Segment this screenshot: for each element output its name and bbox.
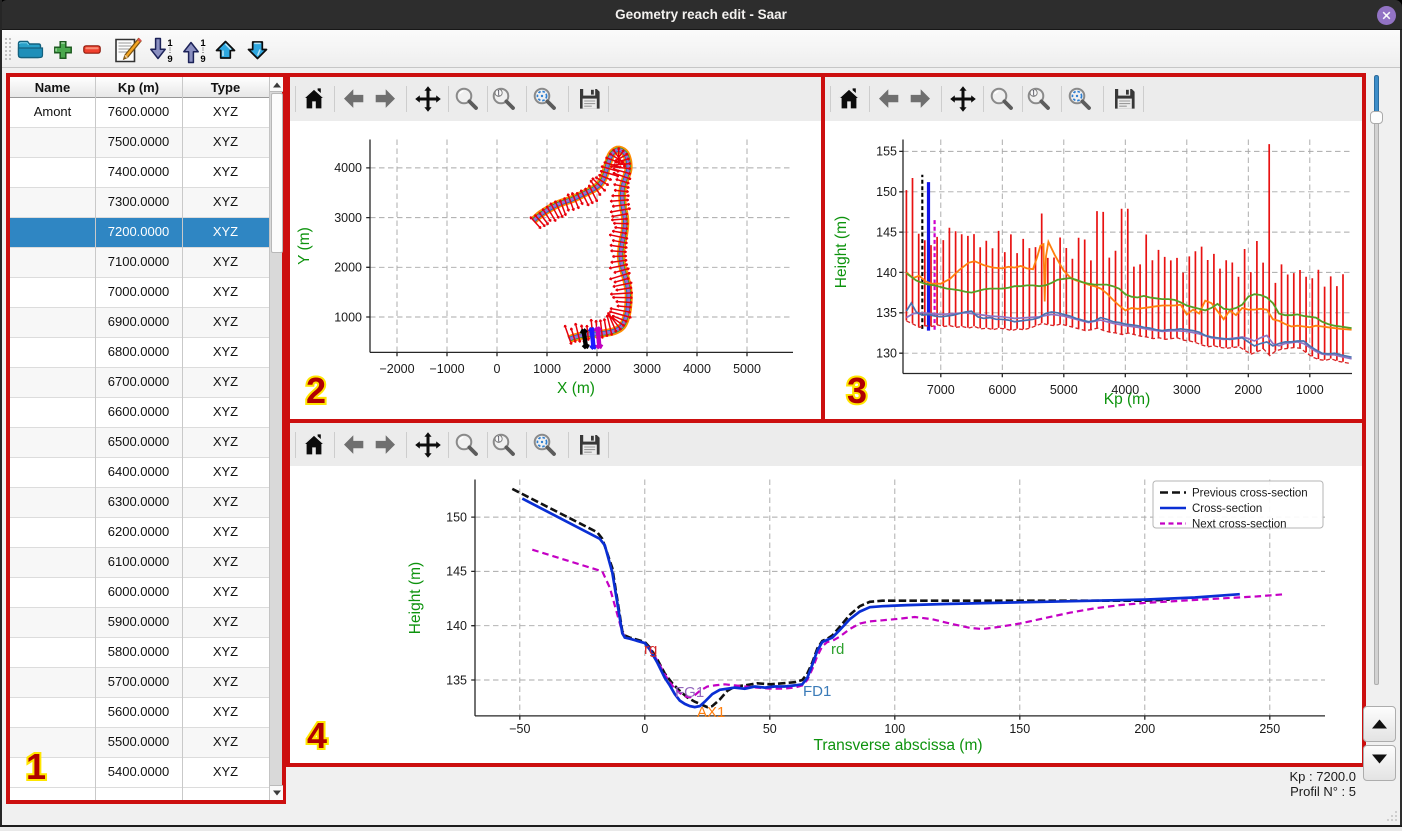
svg-text:150: 150 [876, 185, 897, 199]
svg-text:250: 250 [1259, 722, 1280, 736]
svg-text:Y (m): Y (m) [296, 227, 313, 265]
svg-text:5000: 5000 [1050, 383, 1078, 397]
svg-text:200: 200 [1134, 722, 1155, 736]
svg-text:Next cross-section: Next cross-section [1192, 519, 1287, 531]
svg-text:2000: 2000 [583, 362, 611, 376]
svg-text:3000: 3000 [334, 211, 362, 225]
svg-text:3000: 3000 [1173, 383, 1201, 397]
svg-text:1000: 1000 [533, 362, 561, 376]
svg-text:Height (m): Height (m) [833, 216, 850, 288]
svg-text:1000: 1000 [334, 310, 362, 324]
svg-text:150: 150 [1009, 722, 1030, 736]
svg-text:130: 130 [876, 347, 897, 361]
svg-text:9: 9 [200, 54, 205, 64]
svg-text:7000: 7000 [927, 383, 955, 397]
svg-text:4000: 4000 [683, 362, 711, 376]
svg-text:1: 1 [1032, 89, 1036, 98]
svg-text:rg: rg [644, 641, 657, 658]
svg-text:145: 145 [446, 565, 467, 579]
svg-text:140: 140 [876, 266, 897, 280]
svg-text:0: 0 [494, 362, 501, 376]
svg-text:Kp (m): Kp (m) [1104, 391, 1151, 408]
svg-text:2000: 2000 [334, 261, 362, 275]
svg-text:100: 100 [884, 722, 905, 736]
svg-text:135: 135 [446, 673, 467, 687]
svg-text:145: 145 [876, 225, 897, 239]
svg-text:rd: rd [831, 641, 844, 658]
svg-text:4: 4 [307, 715, 327, 756]
svg-text:−1000: −1000 [429, 362, 464, 376]
svg-text:150: 150 [446, 510, 467, 524]
svg-text:1: 1 [26, 746, 46, 787]
svg-text:FG1: FG1 [675, 684, 704, 701]
svg-text:6000: 6000 [988, 383, 1016, 397]
svg-text:FD1: FD1 [803, 683, 831, 700]
svg-text:3: 3 [847, 370, 867, 411]
svg-text:1000: 1000 [1296, 383, 1324, 397]
svg-text:9: 9 [167, 54, 172, 64]
svg-text:AX1: AX1 [697, 704, 725, 721]
svg-text:5000: 5000 [733, 362, 761, 376]
svg-text:−2000: −2000 [379, 362, 414, 376]
svg-text:X (m): X (m) [557, 380, 595, 397]
svg-text:1: 1 [497, 435, 501, 444]
svg-text:140: 140 [446, 619, 467, 633]
svg-text:4000: 4000 [334, 161, 362, 175]
svg-text:2000: 2000 [1234, 383, 1262, 397]
svg-text:Transverse abscissa (m): Transverse abscissa (m) [813, 737, 982, 754]
svg-text:−50: −50 [509, 722, 530, 736]
svg-text:Previous cross-section: Previous cross-section [1192, 488, 1308, 500]
svg-text:Cross-section: Cross-section [1192, 503, 1262, 515]
svg-text:155: 155 [876, 145, 897, 159]
svg-text:Height (m): Height (m) [407, 562, 424, 634]
svg-text:50: 50 [763, 722, 777, 736]
svg-text:1: 1 [497, 89, 501, 98]
svg-text:135: 135 [876, 306, 897, 320]
svg-text:3000: 3000 [633, 362, 661, 376]
svg-text:0: 0 [641, 722, 648, 736]
svg-text:2: 2 [306, 370, 326, 411]
